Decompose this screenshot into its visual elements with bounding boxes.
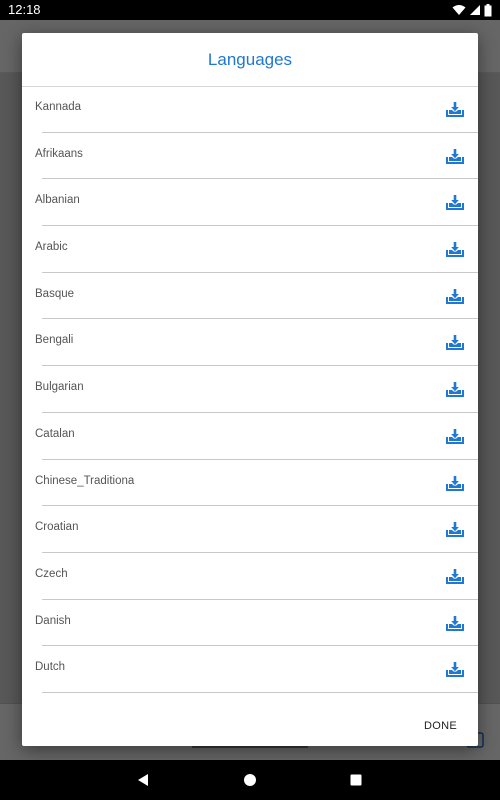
download-icon[interactable] xyxy=(446,241,464,258)
battery-icon xyxy=(484,3,492,16)
download-icon[interactable] xyxy=(446,381,464,398)
language-label: Afrikaans xyxy=(35,147,83,160)
language-row-bulgarian[interactable]: Bulgarian xyxy=(22,366,478,413)
dialog-title: Languages xyxy=(22,33,478,87)
language-label: Bengali xyxy=(35,334,74,347)
language-row-catalan[interactable]: Catalan xyxy=(22,413,478,460)
language-label: Bulgarian xyxy=(35,381,84,394)
language-row-basque[interactable]: Basque xyxy=(22,273,478,320)
language-label: Albanian xyxy=(35,194,80,207)
download-icon[interactable] xyxy=(446,568,464,584)
download-icon[interactable] xyxy=(446,615,464,631)
language-list[interactable]: Kannada Afrikaans Albanian Arabic Basque… xyxy=(22,86,478,693)
signal-icon xyxy=(470,5,480,15)
wifi-icon xyxy=(452,5,466,15)
navigation-bar xyxy=(0,760,500,800)
language-row-arabic[interactable]: Arabic xyxy=(22,226,478,273)
language-label: Danish xyxy=(35,614,71,627)
language-row-czech[interactable]: Czech xyxy=(22,553,478,600)
recents-icon xyxy=(350,774,362,786)
language-row-dutch[interactable]: Dutch xyxy=(22,646,478,693)
home-button[interactable] xyxy=(240,770,260,790)
download-icon[interactable] xyxy=(446,428,464,444)
download-icon[interactable] xyxy=(446,334,464,351)
download-icon[interactable] xyxy=(446,148,464,164)
language-row-danish[interactable]: Danish xyxy=(22,600,478,647)
language-label: Basque xyxy=(35,287,75,300)
download-icon[interactable] xyxy=(446,288,464,304)
done-button[interactable]: DONE xyxy=(424,718,457,734)
language-row-croatian[interactable]: Croatian xyxy=(22,506,478,553)
language-label: Dutch xyxy=(35,661,66,674)
language-row-albanian[interactable]: Albanian xyxy=(22,179,478,226)
back-icon xyxy=(138,774,148,786)
language-label: Catalan xyxy=(35,427,75,440)
download-icon[interactable] xyxy=(446,475,464,491)
download-icon[interactable] xyxy=(446,661,464,678)
language-row-chinese-traditional[interactable]: Chinese_Traditiona xyxy=(22,460,478,507)
download-icon[interactable] xyxy=(446,521,464,538)
status-time: 12:18 xyxy=(8,2,41,17)
home-icon xyxy=(244,774,256,786)
language-row-kannada[interactable]: Kannada xyxy=(22,86,478,133)
download-icon[interactable] xyxy=(446,101,464,117)
language-label: Chinese_Traditiona xyxy=(35,474,135,487)
language-row-bengali[interactable]: Bengali xyxy=(22,319,478,366)
language-row-afrikaans[interactable]: Afrikaans xyxy=(22,133,478,180)
status-bar: 12:18 xyxy=(0,0,500,20)
language-label: Arabic xyxy=(35,241,68,254)
language-label: Czech xyxy=(35,567,68,580)
language-label: Kannada xyxy=(35,101,82,113)
languages-dialog: Languages Kannada Afrikaans Albanian Ara… xyxy=(22,33,478,746)
language-label: Croatian xyxy=(35,521,79,534)
status-icons xyxy=(452,3,492,17)
recents-button[interactable] xyxy=(346,770,366,790)
download-icon[interactable] xyxy=(446,194,464,211)
back-button[interactable] xyxy=(133,770,153,790)
